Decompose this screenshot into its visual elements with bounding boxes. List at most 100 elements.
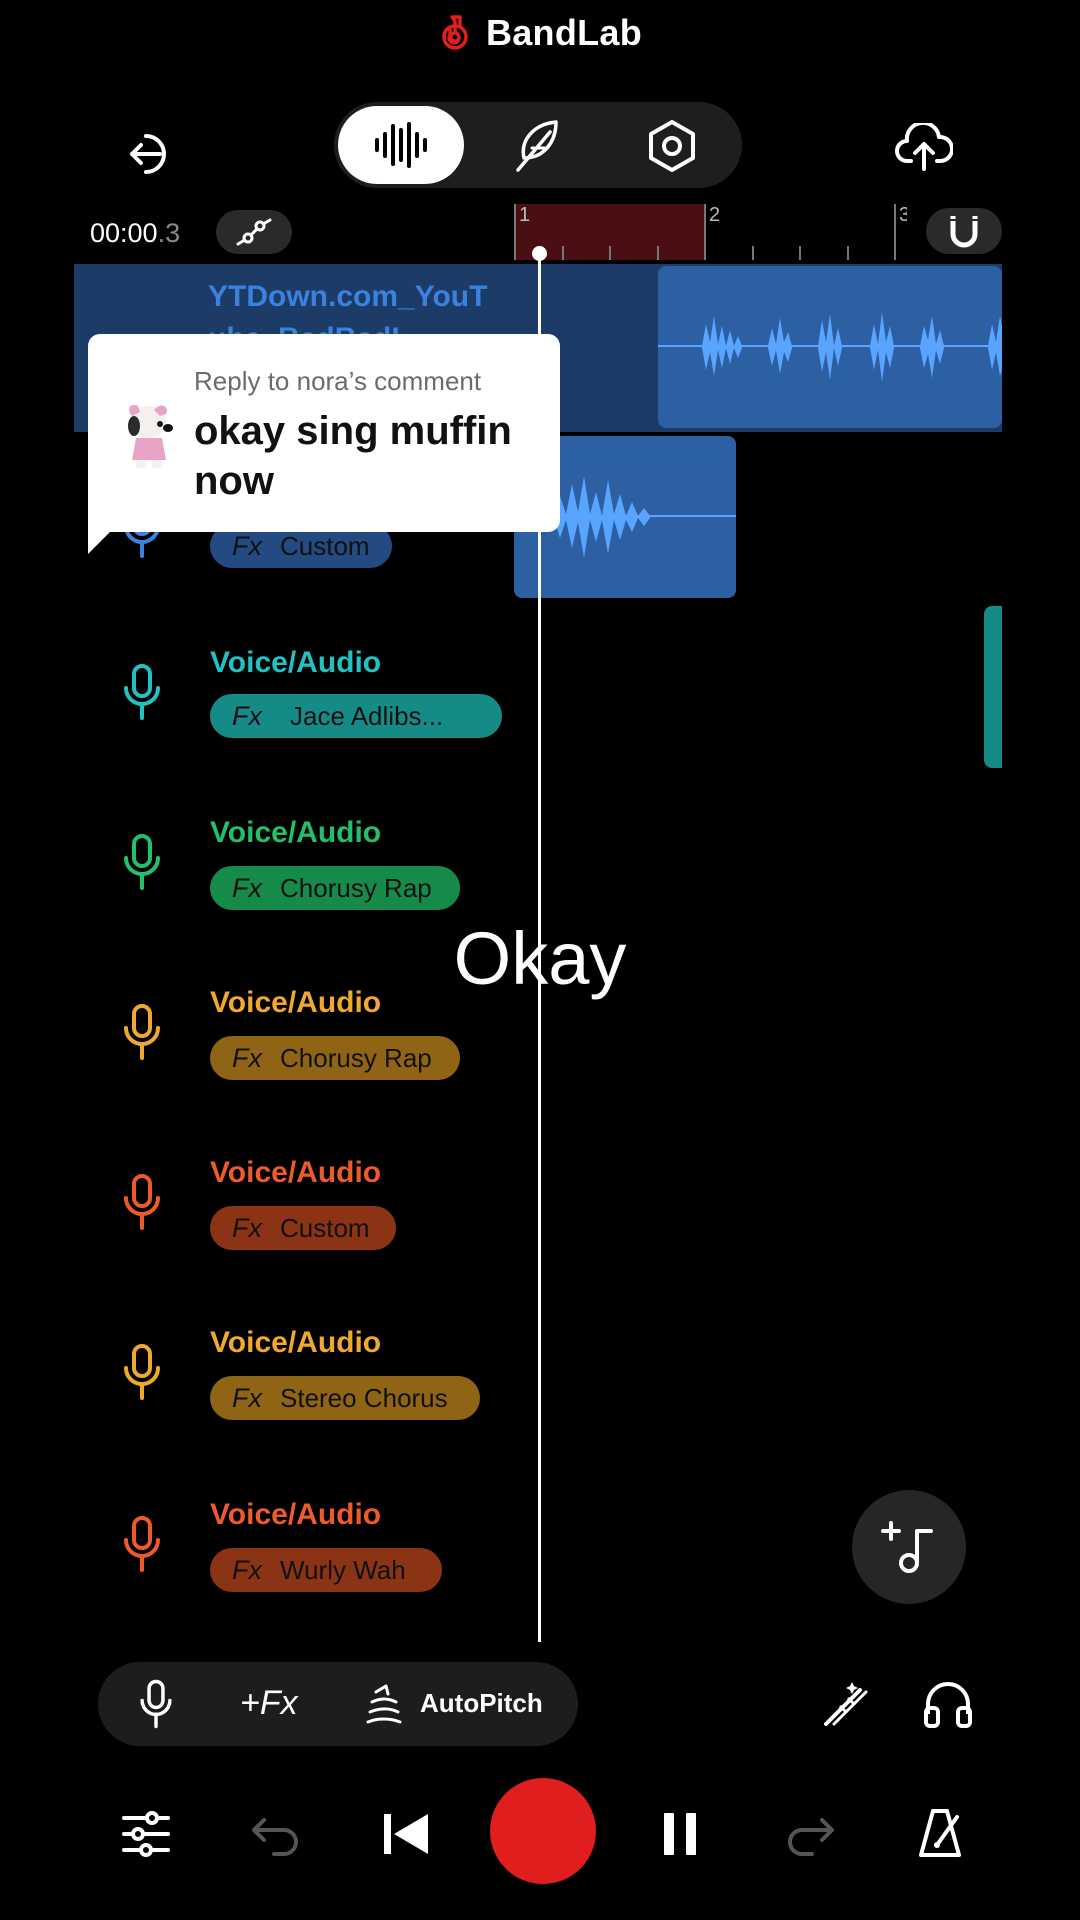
fx-name: Wurly Wah	[280, 1554, 406, 1585]
video-caption: Okay	[453, 917, 627, 1000]
magic-wand-icon	[824, 1682, 868, 1726]
undo-icon	[252, 1818, 298, 1856]
add-track-button[interactable]	[852, 1490, 966, 1604]
snap-button[interactable]	[926, 208, 1002, 254]
pause-icon	[664, 1813, 696, 1855]
mic-icon	[124, 834, 160, 890]
skip-back-button[interactable]	[378, 1806, 434, 1862]
fx-name: Chorusy Rap	[280, 872, 432, 903]
beat-tick	[847, 246, 849, 260]
reply-text: okay sing muffin now	[194, 409, 512, 503]
beat-tick	[752, 246, 754, 260]
bar-line-2	[704, 204, 706, 260]
fx-tag: Fx	[232, 530, 262, 561]
beat-tick	[609, 246, 611, 260]
pause-button[interactable]	[652, 1806, 708, 1862]
cloud-upload-icon	[895, 123, 953, 171]
settings-hex-icon	[649, 120, 695, 172]
track-mic-icon[interactable]	[120, 1342, 164, 1406]
track-mic-icon[interactable]	[120, 1172, 164, 1236]
mic-icon	[124, 1344, 160, 1400]
fx-pill[interactable]: Fx Chorusy Rap	[210, 866, 460, 910]
wand-button[interactable]	[818, 1676, 874, 1732]
record-button[interactable]	[490, 1778, 596, 1884]
add-fx-button[interactable]: +Fx	[240, 1684, 298, 1723]
audio-clip[interactable]	[658, 266, 1002, 428]
autopitch-icon	[366, 1684, 402, 1724]
metronome-icon	[919, 1809, 961, 1857]
mic-icon	[124, 1174, 160, 1230]
fx-pill[interactable]: Fx Custom	[210, 1206, 396, 1250]
audio-clip-edge[interactable]	[984, 606, 1002, 768]
mic-icon	[124, 1516, 160, 1572]
sliders-icon	[122, 1811, 170, 1857]
bar-label: 1	[519, 204, 531, 226]
fx-name: Jace Adlibs...	[290, 700, 444, 731]
track-mic-icon[interactable]	[120, 1002, 164, 1066]
track-mic-icon[interactable]	[120, 662, 164, 726]
snoopy-avatar-icon	[128, 404, 173, 468]
fx-tag: Fx	[232, 1042, 262, 1073]
mic-icon	[124, 664, 160, 720]
mic-icon	[140, 1679, 172, 1729]
track-name: Voice/Audio	[210, 1498, 382, 1531]
reply-label: Reply to nora’s comment	[194, 366, 482, 396]
bar-label: 2	[709, 204, 721, 226]
lyrics-tab[interactable]	[500, 112, 572, 180]
record-mic-button[interactable]	[128, 1676, 184, 1732]
fx-name: Chorusy Rap	[280, 1042, 432, 1073]
beat-tick	[799, 246, 801, 260]
fx-pill[interactable]: Fx Stereo Chorus	[210, 1376, 480, 1420]
add-music-icon	[881, 1521, 933, 1573]
exit-button[interactable]	[118, 122, 182, 186]
track-name: Voice/Audio	[210, 1326, 382, 1359]
automation-icon	[236, 218, 272, 246]
playhead-handle[interactable]	[532, 246, 547, 261]
fx-pill[interactable]: Fx Jace Adlibs...	[210, 694, 502, 738]
fx-tag: Fx	[232, 1212, 262, 1243]
bar-label: 3	[899, 204, 907, 226]
redo-button[interactable]	[782, 1808, 838, 1860]
fx-name: Custom	[280, 1212, 370, 1243]
track-mic-icon[interactable]	[120, 832, 164, 896]
beat-tick	[562, 246, 564, 260]
exit-icon	[130, 134, 166, 174]
fx-pill[interactable]: Fx Chorusy Rap	[210, 1036, 460, 1080]
brand-header: BandLab	[0, 8, 1080, 58]
metronome-button[interactable]	[912, 1804, 968, 1864]
feather-icon	[516, 120, 558, 172]
waveform-tab[interactable]	[338, 106, 464, 184]
track-mic-icon[interactable]	[120, 1514, 164, 1578]
fx-tag: Fx	[232, 872, 262, 903]
bandlab-logo-icon	[442, 15, 468, 50]
track-name: Voice/Audio	[210, 816, 382, 849]
fx-pill[interactable]: Fx Wurly Wah	[210, 1548, 442, 1592]
time-fraction: .3	[157, 218, 181, 248]
magnet-icon	[948, 216, 980, 248]
automation-button[interactable]	[216, 210, 292, 254]
commenter-avatar	[122, 400, 176, 472]
brand-name: BandLab	[485, 12, 643, 53]
undo-button[interactable]	[248, 1808, 304, 1860]
waveform-graphic	[658, 312, 1002, 382]
settings-tab[interactable]	[636, 112, 708, 180]
beat-tick	[657, 246, 659, 260]
autopitch-button[interactable]: AutoPitch	[420, 1688, 543, 1719]
time-readout: 00:00.3	[90, 218, 180, 249]
mixer-button[interactable]	[118, 1806, 174, 1862]
track-name: Voice/Audio	[210, 1156, 382, 1189]
upload-button[interactable]	[892, 116, 956, 178]
comment-bubble-tail	[88, 520, 122, 554]
track-name: Voice/Audio	[210, 646, 382, 679]
fx-tag: Fx	[232, 1382, 262, 1413]
waveform-icon	[375, 122, 427, 168]
headphones-icon	[924, 1682, 972, 1728]
bar-line-3	[894, 204, 896, 260]
track-name: YTDown.com_YouT	[208, 280, 488, 313]
skip-back-icon	[384, 1814, 428, 1854]
autopitch-icon-wrap[interactable]	[362, 1680, 406, 1728]
monitor-button[interactable]	[920, 1676, 976, 1732]
redo-icon	[788, 1818, 834, 1856]
bar-line-1	[514, 204, 516, 260]
mic-icon	[124, 1004, 160, 1060]
